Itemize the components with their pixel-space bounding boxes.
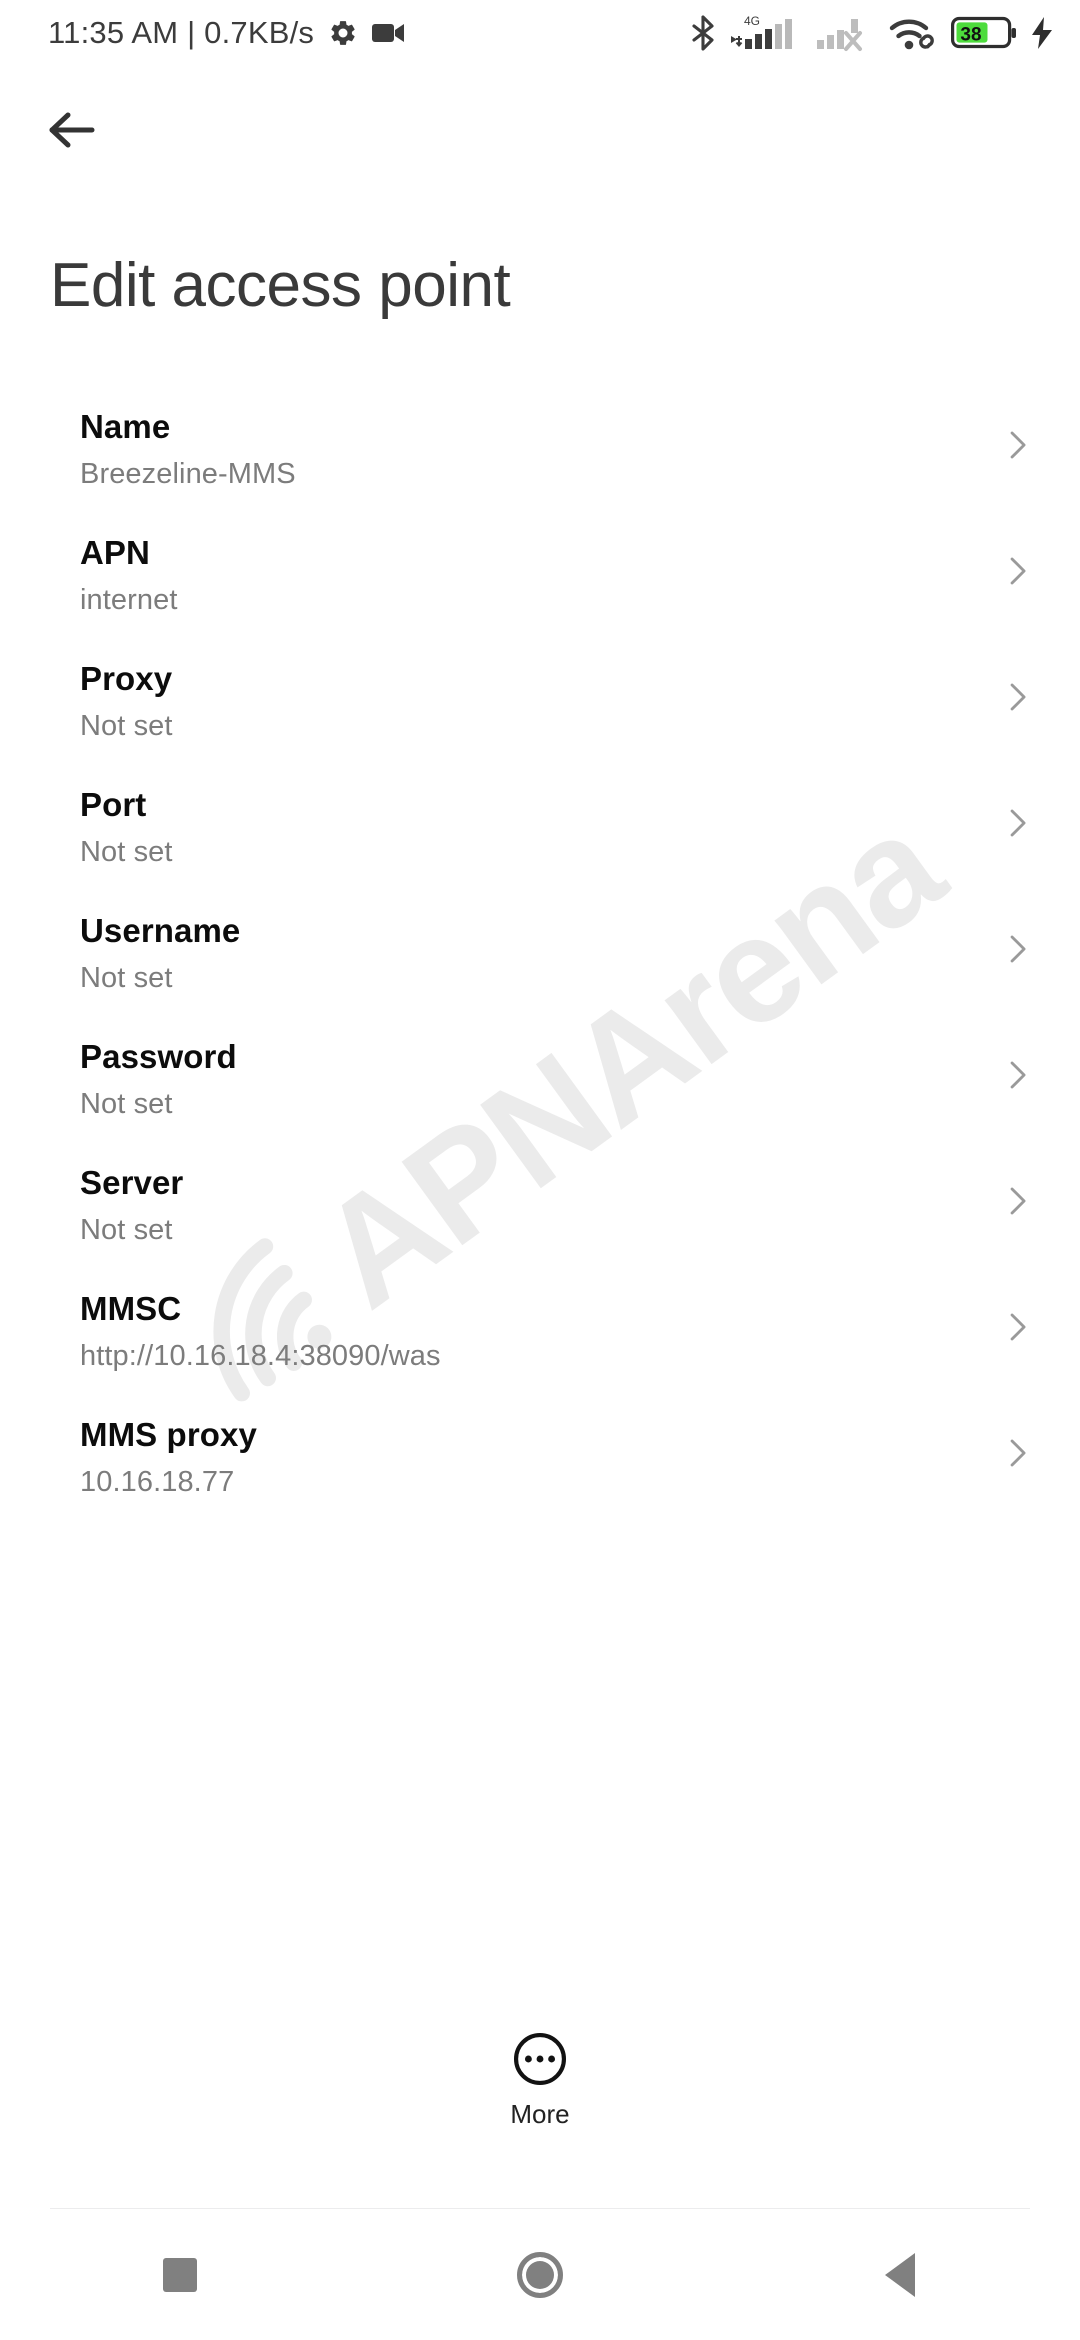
chevron-right-icon	[1010, 557, 1026, 585]
chevron-right-icon	[1010, 1313, 1026, 1341]
chevron-right-icon	[1010, 431, 1026, 459]
nav-recents-button[interactable]	[0, 2258, 360, 2292]
chevron-right-icon	[1010, 809, 1026, 837]
list-item-apn[interactable]: APN internet	[0, 532, 1080, 658]
battery-icon: 38	[951, 16, 1017, 50]
list-item-username[interactable]: Username Not set	[0, 910, 1080, 1036]
chevron-right-icon	[1010, 1187, 1026, 1215]
more-ellipsis-circle-icon	[513, 2032, 567, 2086]
field-label: Proxy	[80, 660, 173, 697]
list-item-port[interactable]: Port Not set	[0, 784, 1080, 910]
field-label: APN	[80, 534, 150, 571]
page-title: Edit access point	[50, 251, 511, 320]
list-item-name[interactable]: Name Breezeline-MMS	[0, 406, 1080, 532]
list-item-server[interactable]: Server Not set	[0, 1162, 1080, 1288]
battery-percent-text: 38	[960, 25, 981, 46]
back-button[interactable]	[48, 108, 110, 152]
field-value: Not set	[80, 962, 173, 994]
field-label: Name	[80, 408, 171, 445]
bluetooth-icon	[691, 15, 715, 51]
nav-home-button[interactable]	[360, 2252, 720, 2298]
status-bar-right: 4G 38	[691, 13, 1054, 53]
status-bar-clock: 11:35 AM | 0.7KB/s	[48, 15, 315, 50]
wifi-icon	[888, 13, 938, 53]
status-bar-left: 11:35 AM | 0.7KB/s	[48, 15, 405, 51]
chevron-right-icon	[1010, 683, 1026, 711]
field-label: MMS proxy	[80, 1416, 257, 1453]
list-item-password[interactable]: Password Not set	[0, 1036, 1080, 1162]
arrow-left-icon	[49, 112, 95, 148]
phone-screen: APNArena 11:35 AM | 0.7KB/s 4G 38 Edit a…	[0, 0, 1080, 2340]
list-item-mmsc[interactable]: MMSC http://10.16.18.4:38090/was	[0, 1288, 1080, 1414]
access-point-fields-list: Name Breezeline-MMS APN internet Proxy N…	[0, 406, 1080, 1540]
chevron-right-icon	[1010, 1061, 1026, 1089]
bottom-divider	[50, 2208, 1030, 2209]
more-button[interactable]: More	[0, 2030, 1080, 2127]
field-value: Breezeline-MMS	[80, 458, 296, 490]
charging-bolt-icon	[1030, 16, 1054, 50]
field-value: Not set	[80, 1088, 173, 1120]
svg-text:4G: 4G	[744, 14, 760, 28]
status-bar: 11:35 AM | 0.7KB/s 4G 38	[0, 0, 1080, 66]
field-label: MMSC	[80, 1290, 182, 1327]
field-value: 10.16.18.77	[80, 1466, 235, 1498]
signal-no-service-icon	[815, 13, 875, 53]
field-value: Not set	[80, 1214, 173, 1246]
field-value: internet	[80, 584, 178, 616]
system-navigation-bar	[0, 2210, 1080, 2340]
field-label: Username	[80, 912, 241, 949]
field-value: http://10.16.18.4:38090/was	[80, 1340, 441, 1372]
list-item-proxy[interactable]: Proxy Not set	[0, 658, 1080, 784]
field-label: Password	[80, 1038, 237, 1075]
chevron-right-icon	[1010, 1439, 1026, 1467]
triangle-back-icon	[885, 2253, 915, 2297]
square-recents-icon	[163, 2258, 197, 2292]
field-label: Server	[80, 1164, 184, 1201]
more-button-label: More	[510, 2099, 570, 2129]
gear-icon	[328, 18, 358, 48]
field-value: Not set	[80, 836, 173, 868]
circle-home-icon	[517, 2252, 563, 2298]
chevron-right-icon	[1010, 935, 1026, 963]
field-label: Port	[80, 786, 147, 823]
signal-4g-icon: 4G	[728, 13, 802, 53]
field-value: Not set	[80, 710, 173, 742]
list-item-mms-proxy[interactable]: MMS proxy 10.16.18.77	[0, 1414, 1080, 1540]
nav-back-button[interactable]	[720, 2253, 1080, 2297]
video-camera-icon	[372, 20, 405, 46]
